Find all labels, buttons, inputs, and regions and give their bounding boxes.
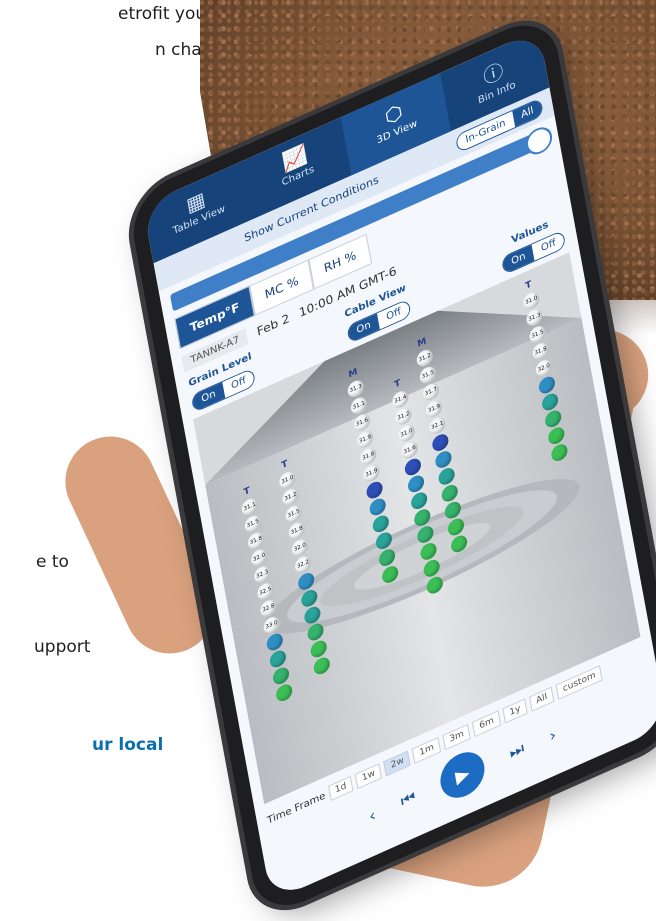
time-frame-option[interactable]: 1y (502, 698, 528, 724)
page-text-line-4: upport (34, 637, 91, 657)
rewind-icon[interactable]: ⏮ (399, 787, 417, 812)
cable-top-label: T (524, 279, 533, 292)
filter-all[interactable]: All (511, 98, 543, 127)
page-text-line-3: e to (36, 552, 69, 572)
play-button[interactable]: ▶ (436, 744, 488, 806)
cable-top-label: T (393, 378, 402, 391)
cable-top-label: M (416, 336, 428, 350)
cable-top-label: T (280, 459, 289, 472)
fast-forward-icon[interactable]: ⏭ (508, 738, 526, 763)
reading-date: Feb 2 (255, 310, 291, 339)
time-frame-option[interactable]: All (528, 686, 555, 712)
cable-top-label: M (347, 367, 359, 381)
page-text-line-1: etrofit your (118, 4, 214, 24)
next-icon[interactable]: › (548, 725, 558, 746)
time-frame-option[interactable]: 1d (327, 775, 354, 802)
time-frame-option[interactable]: 3m (442, 723, 472, 751)
time-frame-option[interactable]: 1m (412, 736, 442, 764)
time-frame-option[interactable]: 2w (383, 750, 412, 777)
prev-icon[interactable]: ‹ (367, 805, 377, 826)
cable-top-label: T (243, 485, 251, 498)
local-dealer-link[interactable]: ur local (92, 735, 163, 755)
time-frame-option[interactable]: 1w (354, 763, 383, 790)
time-frame-option[interactable]: 6m (472, 710, 502, 737)
